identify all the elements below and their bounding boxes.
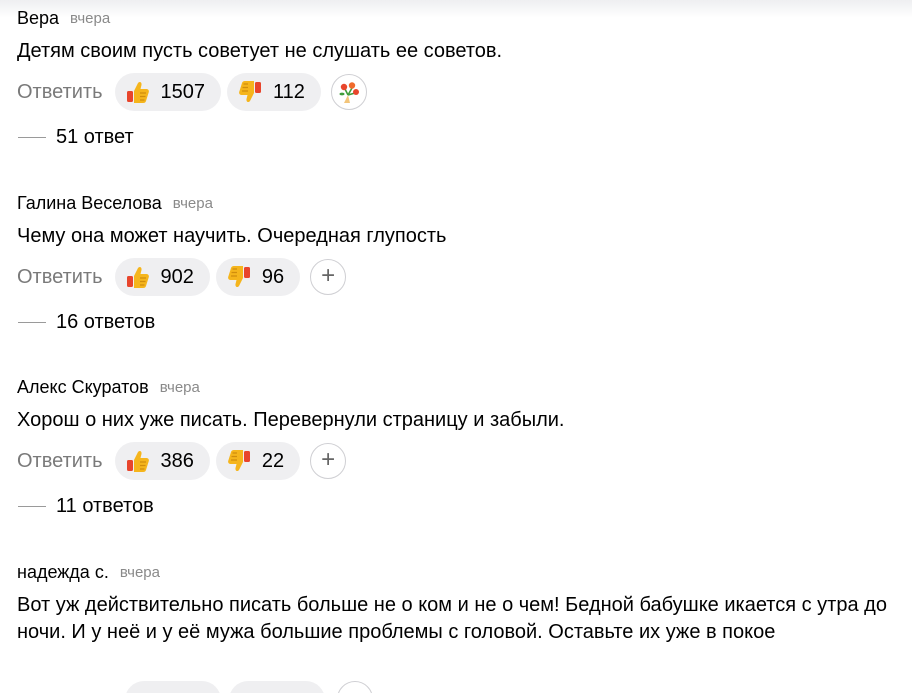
- like-count: 1507: [160, 80, 206, 103]
- dislike-button[interactable]: 22: [215, 442, 301, 480]
- like-button[interactable]: 902: [114, 258, 210, 296]
- comment-text: Хорош о них уже писать. Перевернули стра…: [17, 409, 565, 431]
- add-reaction-button[interactable]: +: [310, 443, 347, 479]
- comment-header: Алекс Скуратов вчера: [17, 375, 897, 399]
- reply-button[interactable]: Ответить: [17, 266, 103, 289]
- add-reaction-button[interactable]: +: [310, 259, 347, 295]
- replies-toggle[interactable]: 16 ответов: [17, 306, 897, 338]
- dislike-button[interactable]: 112: [227, 73, 321, 111]
- dislike-count: 22: [261, 449, 285, 472]
- replies-line: [18, 505, 46, 507]
- comment-text: Детям своим пусть советует не слушать ее…: [17, 40, 503, 62]
- reply-button[interactable]: Ответить: [17, 81, 103, 104]
- reply-button[interactable]: Ответить: [17, 450, 103, 473]
- comment-text: Вот уж действительно писать больше не о …: [17, 594, 887, 643]
- thumbs-down-icon: [227, 450, 250, 472]
- flower-reaction-button[interactable]: [330, 74, 367, 110]
- comment-time: вчера: [159, 378, 200, 396]
- replies-line: [18, 321, 46, 323]
- dislike-count: 112: [273, 80, 305, 103]
- comment: Галина Веселова вчера Чему она может нау…: [17, 191, 897, 338]
- like-count: 902: [160, 265, 194, 288]
- comment: Алекс Скуратов вчера Хорош о них уже пис…: [17, 375, 897, 522]
- plus-icon: +: [321, 446, 336, 473]
- comment-header: надежда с. вчера: [17, 560, 897, 584]
- comment: Вера вчера Детям своим пусть советует не…: [17, 6, 897, 153]
- replies-count: 16 ответов: [56, 310, 156, 333]
- author-name[interactable]: надежда с.: [17, 562, 109, 583]
- comment-time: вчера: [172, 194, 213, 212]
- like-button[interactable]: 386: [114, 442, 210, 480]
- plus-icon: +: [321, 262, 336, 289]
- comment-actions-partial: [125, 681, 373, 693]
- replies-count: 11 ответов: [56, 494, 154, 517]
- replies-toggle[interactable]: 11 ответов: [17, 490, 897, 522]
- dislike-count: 96: [261, 265, 285, 288]
- replies-count: 51 ответ: [56, 125, 134, 148]
- flower-icon: [339, 82, 359, 103]
- comment-actions: Ответить 1507 112: [17, 73, 897, 111]
- comment-text: Чему она может научить. Очередная глупос…: [17, 225, 447, 247]
- thumbs-up-icon: [126, 81, 149, 103]
- thumbs-up-icon: [126, 450, 149, 472]
- comment-header: Галина Веселова вчера: [17, 191, 897, 215]
- comment-header: Вера вчера: [17, 6, 897, 30]
- comment: надежда с. вчера Вот уж действительно пи…: [17, 560, 897, 646]
- replies-toggle[interactable]: 51 ответ: [17, 121, 897, 153]
- author-name[interactable]: Галина Веселова: [17, 193, 162, 214]
- like-button[interactable]: 1507: [114, 73, 221, 111]
- author-name[interactable]: Алекс Скуратов: [17, 377, 149, 398]
- thumbs-up-icon: [126, 266, 149, 288]
- comment-time: вчера: [119, 563, 160, 581]
- comment-time: вчера: [70, 9, 111, 27]
- replies-line: [18, 136, 46, 138]
- author-name[interactable]: Вера: [17, 8, 59, 29]
- thumbs-down-icon: [239, 81, 261, 103]
- dislike-button[interactable]: 96: [215, 258, 301, 296]
- add-reaction-button[interactable]: [337, 681, 373, 693]
- dislike-button[interactable]: [229, 681, 325, 693]
- like-button[interactable]: [125, 681, 221, 693]
- comment-actions: Ответить 386 22 +: [17, 442, 897, 480]
- comments-page: Вера вчера Детям своим пусть советует не…: [0, 0, 912, 693]
- thumbs-down-icon: [227, 266, 250, 288]
- comment-actions: Ответить 902 96 +: [17, 258, 897, 296]
- like-count: 386: [160, 449, 194, 472]
